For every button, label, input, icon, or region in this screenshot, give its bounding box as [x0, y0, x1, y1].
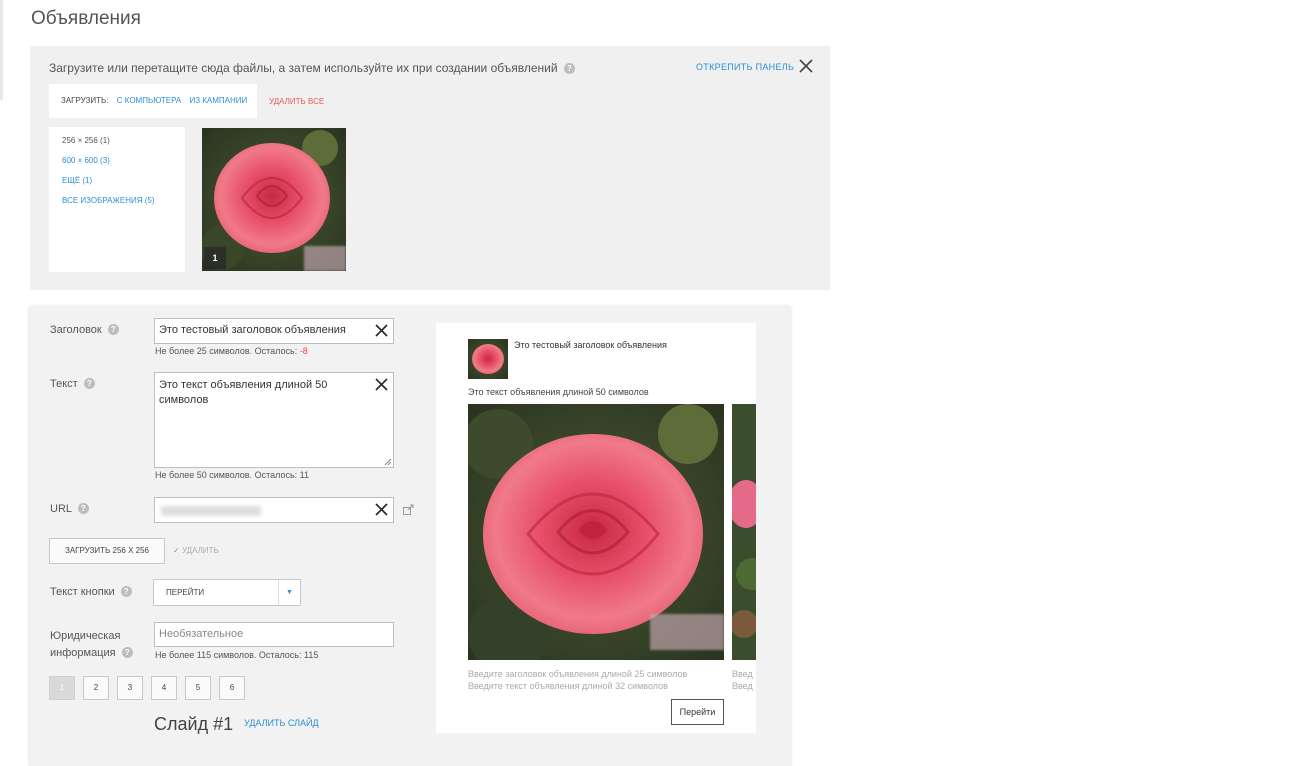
- upload-from-campaign-link[interactable]: ИЗ КАМПАНИИ: [189, 96, 247, 105]
- size-filter-more[interactable]: ЕЩЁ (1): [62, 176, 185, 185]
- headline-note-prefix: Не более: [155, 346, 195, 356]
- check-icon: ✓: [173, 546, 180, 555]
- button-text-select[interactable]: ПЕРЕЙТИ ▼: [153, 579, 301, 606]
- help-icon[interactable]: ?: [121, 647, 133, 658]
- button-text-label-text: Текст кнопки: [50, 586, 115, 598]
- upload-label: ЗАГРУЗИТЬ:: [61, 96, 109, 105]
- slide-button-2[interactable]: 2: [83, 676, 109, 700]
- help-icon[interactable]: ?: [563, 63, 575, 74]
- clear-icon[interactable]: [375, 503, 388, 516]
- help-icon[interactable]: ?: [83, 378, 95, 389]
- headline-label: Заголовок ?: [50, 324, 119, 336]
- preview-next-placeholders: Введ Введ: [732, 668, 753, 692]
- preview-icon-image: [468, 339, 508, 379]
- size-filter-list: 256 × 256 (1) 600 × 600 (3) ЕЩЁ (1) ВСЕ …: [49, 127, 185, 272]
- help-icon[interactable]: ?: [77, 503, 89, 514]
- text-textarea[interactable]: Это текст объявления длиной 50 символов: [154, 372, 394, 468]
- preview-title-placeholder: Введите заголовок объявления длиной 25 с…: [468, 669, 688, 679]
- clear-icon[interactable]: [375, 378, 388, 391]
- upload-256-button[interactable]: ЗАГРУЗИТЬ 256 X 256: [49, 538, 165, 564]
- legal-info-label-line1: Юридическая: [50, 630, 121, 642]
- size-filter-600[interactable]: 600 × 600 (3): [62, 156, 185, 165]
- delete-image-link[interactable]: ✓ УДАЛИТЬ: [173, 546, 219, 555]
- help-icon[interactable]: ?: [120, 586, 132, 597]
- slide-button-6[interactable]: 6: [219, 676, 245, 700]
- headline-note: Не более 25 символов. Осталось: -8: [155, 346, 308, 356]
- preview-next-title-placeholder: Введ: [732, 669, 753, 679]
- delete-all-link[interactable]: УДАЛИТЬ ВСЕ: [269, 97, 324, 106]
- help-icon[interactable]: ?: [107, 324, 119, 335]
- headline-note-mid: символов. Осталось:: [209, 346, 298, 356]
- legal-info-input[interactable]: Необязательное: [154, 622, 394, 647]
- url-label: URL ?: [50, 503, 89, 515]
- panel-hint: Загрузите или перетащите сюда файлы, а з…: [49, 61, 575, 75]
- headline-input[interactable]: Это тестовый заголовок объявления: [154, 318, 394, 344]
- button-text-select-value: ПЕРЕЙТИ: [166, 588, 205, 597]
- headline-note-max: 25: [196, 346, 207, 356]
- button-text-label: Текст кнопки ?: [50, 586, 132, 598]
- slide-title: Слайд #1: [154, 714, 234, 734]
- headline-input-value: Это тестовый заголовок объявления: [159, 324, 346, 336]
- preview-text-placeholder: Введите текст объявления длиной 32 симво…: [468, 681, 668, 691]
- url-input[interactable]: [154, 497, 394, 523]
- preview-main-image: [468, 404, 724, 660]
- close-icon[interactable]: [798, 58, 814, 74]
- legal-info-label-line2: информация: [50, 647, 116, 659]
- blurred-watermark: [650, 614, 724, 650]
- legal-info-label: Юридическая информация ?: [50, 628, 133, 662]
- upload-panel: Загрузите или перетащите сюда файлы, а з…: [30, 46, 830, 290]
- slide-button-4[interactable]: 4: [151, 676, 177, 700]
- headline-remaining: -8: [299, 346, 308, 356]
- preview-title: Это тестовый заголовок объявления: [514, 340, 667, 350]
- chevron-down-icon: ▼: [278, 580, 300, 605]
- panel-hint-text: Загрузите или перетащите сюда файлы, а з…: [49, 61, 558, 75]
- resize-handle-icon[interactable]: [384, 458, 392, 466]
- text-note: Не более 50 символов. Осталось: 11: [155, 470, 310, 480]
- preview-next-image: [732, 404, 756, 660]
- text-label-text: Текст: [50, 378, 78, 390]
- blurred-watermark: [304, 246, 346, 271]
- blurred-url: [161, 506, 261, 516]
- legal-info-note: Не более 115 символов. Осталось: 115: [155, 650, 319, 660]
- unpin-panel-link[interactable]: ОТКРЕПИТЬ ПАНЕЛЬ: [696, 62, 794, 72]
- preview-placeholders: Введите заголовок объявления длиной 25 с…: [468, 668, 687, 692]
- delete-slide-link[interactable]: УДАЛИТЬ СЛАЙД: [244, 718, 319, 728]
- slide-selector: 123456: [49, 676, 253, 700]
- ad-form-card: Заголовок ? Это тестовый заголовок объяв…: [30, 306, 790, 766]
- ad-preview: Это тестовый заголовок объявления Это те…: [436, 323, 756, 733]
- url-label-text: URL: [50, 503, 72, 515]
- thumbnail-number: 1: [204, 247, 226, 269]
- text-label: Текст ?: [50, 378, 95, 390]
- slide-button-5[interactable]: 5: [185, 676, 211, 700]
- upload-bar: ЗАГРУЗИТЬ: С КОМПЬЮТЕРА ИЗ КАМПАНИИ: [49, 84, 257, 118]
- left-edge: [0, 0, 3, 100]
- size-filter-256[interactable]: 256 × 256 (1): [62, 136, 185, 145]
- slide-button-1[interactable]: 1: [49, 676, 75, 700]
- preview-next-text-placeholder: Введ: [732, 681, 753, 691]
- clear-icon[interactable]: [375, 324, 388, 337]
- upload-from-computer-link[interactable]: С КОМПЬЮТЕРА: [117, 96, 181, 105]
- headline-label-text: Заголовок: [50, 324, 102, 336]
- slide-button-3[interactable]: 3: [117, 676, 143, 700]
- preview-cta-button[interactable]: Перейти: [671, 699, 724, 725]
- page-title: Объявления: [31, 8, 141, 29]
- image-thumbnail[interactable]: 1: [202, 128, 346, 271]
- preview-text: Это текст объявления длиной 50 символов: [468, 387, 649, 397]
- text-textarea-value: Это текст объявления длиной 50 символов: [159, 379, 328, 406]
- external-link-icon[interactable]: [402, 504, 414, 516]
- delete-image-text: УДАЛИТЬ: [181, 546, 219, 555]
- size-filter-all[interactable]: ВСЕ ИЗОБРАЖЕНИЯ (5): [62, 196, 185, 205]
